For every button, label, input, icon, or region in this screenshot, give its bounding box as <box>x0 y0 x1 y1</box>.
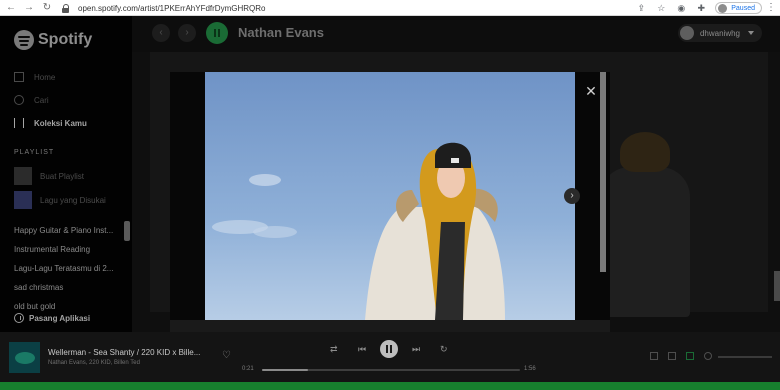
browser-actions: ⇪ ☆ ◉ ✚ Paused ⋮ <box>635 0 780 16</box>
sidebar-item-home[interactable]: Home <box>14 70 55 84</box>
puzzle-icon[interactable]: ✚ <box>695 2 707 14</box>
shuffle-icon[interactable]: ⇄ <box>330 344 338 354</box>
artist-photo <box>205 72 575 320</box>
list-item[interactable]: Lagu-Lagu Teratasmu di 2... <box>14 264 126 283</box>
duration-time: 1:56 <box>524 366 536 372</box>
avatar <box>718 3 728 13</box>
previous-icon[interactable]: ⏮ <box>358 344 366 354</box>
sidebar-item-label: Koleksi Kamu <box>34 118 87 128</box>
sidebar-item-search[interactable]: Cari <box>14 93 49 107</box>
album-cover[interactable] <box>9 342 40 373</box>
back-arrow-icon[interactable]: ← <box>4 1 18 15</box>
playlist-list: Happy Guitar & Piano Inst... Instrumenta… <box>14 226 126 321</box>
sidebar-item-library[interactable]: Koleksi Kamu <box>14 116 87 130</box>
library-icon <box>14 118 24 128</box>
modal-scrollbar[interactable] <box>600 72 606 272</box>
list-item[interactable]: Happy Guitar & Piano Inst... <box>14 226 126 245</box>
now-playing-bar: Wellerman - Sea Shanty / 220 KID x Bille… <box>0 332 780 382</box>
url-text: open.spotify.com/artist/1PKErrAhYFdfrDym… <box>78 3 266 13</box>
list-item[interactable]: Instrumental Reading <box>14 245 126 264</box>
username: dhwaniwhg <box>699 28 740 38</box>
chevron-down-icon <box>748 31 754 35</box>
spotify-icon <box>14 30 34 50</box>
device-connect-strip <box>0 382 780 390</box>
track-title[interactable]: Wellerman - Sea Shanty / 220 KID x Bille… <box>48 348 218 357</box>
avatar <box>679 26 694 40</box>
list-item[interactable]: sad christmas <box>14 283 126 302</box>
lyrics-icon[interactable] <box>650 352 658 360</box>
sidebar: Spotify Home Cari Koleksi Kamu PLAYLIST … <box>0 16 132 332</box>
heart-icon[interactable]: ♡ <box>222 350 231 361</box>
playlist-header: PLAYLIST <box>14 149 55 156</box>
install-app-button[interactable]: Pasang Aplikasi <box>14 313 90 323</box>
star-icon[interactable]: ☆ <box>655 2 667 14</box>
chevron-left-icon[interactable]: ‹ <box>152 24 170 42</box>
elapsed-time: 0:21 <box>242 366 254 372</box>
repeat-icon[interactable]: ↻ <box>440 344 448 354</box>
spotify-logo[interactable]: Spotify <box>14 30 92 50</box>
chevron-right-icon[interactable]: › <box>564 188 580 204</box>
brand-name: Spotify <box>38 31 93 48</box>
profile-button[interactable]: Paused <box>715 2 762 14</box>
progress-fill <box>262 369 309 371</box>
queue-icon[interactable] <box>668 352 676 360</box>
sidebar-scrollbar[interactable] <box>124 221 130 241</box>
forward-arrow-icon[interactable]: → <box>22 1 36 15</box>
page-title: Nathan Evans <box>238 25 324 40</box>
devices-icon[interactable] <box>686 352 694 360</box>
volume-slider[interactable] <box>718 356 772 358</box>
create-playlist-label: Buat Playlist <box>40 171 85 181</box>
address-bar[interactable]: open.spotify.com/artist/1PKErrAhYFdfrDym… <box>62 1 652 15</box>
create-playlist-button[interactable]: Buat Playlist <box>14 167 84 185</box>
next-icon[interactable]: ⏭ <box>412 344 420 354</box>
liked-songs-label: Lagu yang Disukai <box>40 195 106 205</box>
sidebar-item-label: Home <box>34 72 56 82</box>
progress-bar[interactable] <box>262 369 520 371</box>
chrome-extension-icon[interactable]: ◉ <box>675 2 687 14</box>
download-icon <box>14 313 24 323</box>
pause-button[interactable] <box>380 340 398 358</box>
home-icon <box>14 72 24 82</box>
sidebar-item-label: Cari <box>34 95 49 105</box>
plus-icon <box>14 167 32 185</box>
close-icon[interactable]: ✕ <box>582 82 600 100</box>
install-app-label: Pasang Aplikasi <box>29 313 91 323</box>
reload-icon[interactable]: ↻ <box>40 1 54 15</box>
chevron-right-icon[interactable]: › <box>178 24 196 42</box>
main-scrollbar[interactable] <box>774 271 780 301</box>
track-artists[interactable]: Nathan Evans, 220 KID, Billen Ted <box>48 360 140 366</box>
volume-icon[interactable] <box>704 352 712 360</box>
heart-icon <box>14 191 32 209</box>
lock-icon <box>62 3 70 13</box>
menu-dots-icon[interactable]: ⋮ <box>766 2 776 14</box>
profile-status: Paused <box>731 4 755 12</box>
pause-artist-button[interactable] <box>206 22 228 44</box>
search-icon <box>14 95 24 105</box>
share-icon[interactable]: ⇪ <box>635 2 647 14</box>
top-bar: ‹ › Nathan Evans dhwaniwhg <box>132 16 780 52</box>
artist-photo-modal: ✕ › <box>170 72 610 340</box>
liked-songs-button[interactable]: Lagu yang Disukai <box>14 191 106 209</box>
browser-toolbar: ← → ↻ open.spotify.com/artist/1PKErrAhYF… <box>0 0 780 16</box>
user-menu-button[interactable]: dhwaniwhg <box>677 24 762 42</box>
